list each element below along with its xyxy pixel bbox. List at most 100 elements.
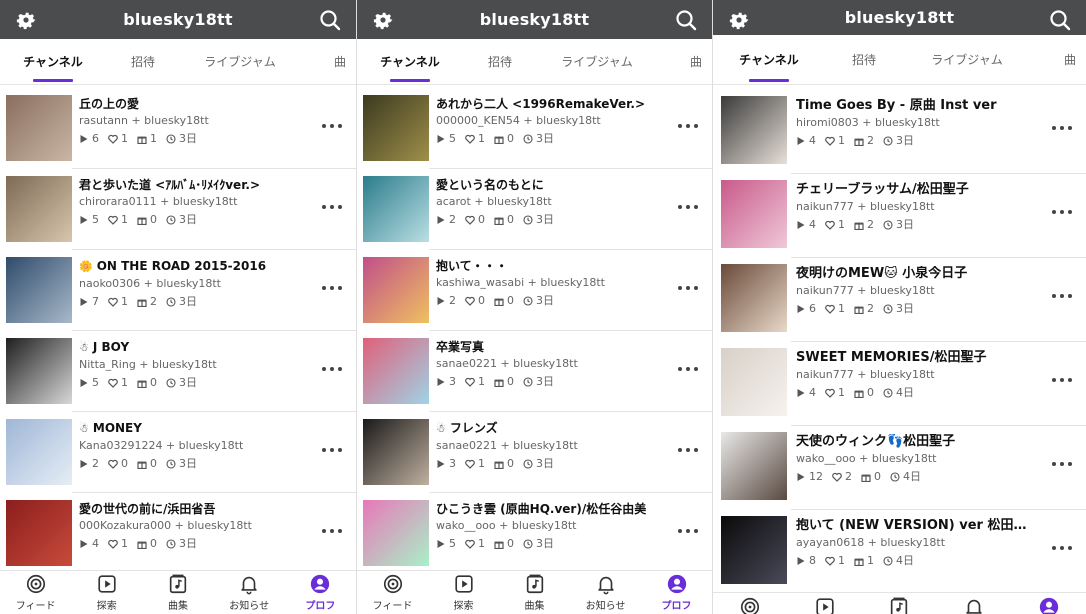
more-options-icon[interactable] xyxy=(678,283,698,293)
nav-item-music-folder[interactable]: 曲集 xyxy=(862,593,937,614)
tab-live-jam[interactable]: ライブジャム xyxy=(180,39,300,85)
tab-invite[interactable]: 招待 xyxy=(825,35,903,85)
more-options-icon[interactable] xyxy=(322,121,342,131)
more-options-icon[interactable] xyxy=(322,445,342,455)
nav-item-feed[interactable]: フィード xyxy=(357,571,428,614)
list-item[interactable]: 天使のウィンク👣松田聖子 wako__ooo + bluesky18tt 12 2 0 4… xyxy=(713,426,1086,510)
play-count: 5 xyxy=(436,537,456,551)
play-count-value: 4 xyxy=(809,218,816,231)
time-ago-value: 3日 xyxy=(536,213,554,226)
gift-count-value: 0 xyxy=(874,470,881,483)
more-options-icon[interactable] xyxy=(678,364,698,374)
list-item[interactable]: SWEET MEMORIES/松田聖子 naikun777 + bluesky18… xyxy=(713,342,1086,426)
more-options-icon[interactable] xyxy=(678,121,698,131)
list-item[interactable]: ひこうき雲 (原曲HQ.ver)/松任谷由美 wako__ooo + bluesk… xyxy=(357,493,712,574)
item-info: SWEET MEMORIES/松田聖子 naikun777 + bluesky18… xyxy=(796,350,1046,400)
search-icon[interactable] xyxy=(672,6,700,34)
list-item[interactable]: 君と歩いた道 <ｱﾙﾊﾞﾑ･ﾘﾒｲｸver.> chirorara0111 + b… xyxy=(0,169,356,250)
play-square-icon xyxy=(453,573,475,597)
tab-bar: チャンネル 招待 ライブジャム曲 xyxy=(357,39,712,85)
more-options-icon[interactable] xyxy=(678,526,698,536)
item-title-text: チェリーブラッサム/松田聖子 xyxy=(796,182,969,197)
gear-icon[interactable] xyxy=(369,6,397,34)
more-options-icon[interactable] xyxy=(678,202,698,212)
nav-item-bell[interactable]: お知らせ xyxy=(937,593,1012,614)
search-icon[interactable] xyxy=(1046,6,1074,34)
cover-thumbnail xyxy=(721,96,787,164)
like-count-value: 0 xyxy=(121,457,128,470)
nav-label: お知らせ xyxy=(229,601,270,612)
list-item[interactable]: ☃ フレンズ sanae0221 + bluesky18tt 3 1 0 3日 xyxy=(357,412,712,493)
more-options-icon[interactable] xyxy=(1052,459,1072,469)
gear-icon[interactable] xyxy=(725,6,753,34)
list-item[interactable]: 丘の上の愛 rasutann + bluesky18tt 6 1 1 3日 xyxy=(0,88,356,169)
search-icon[interactable] xyxy=(316,6,344,34)
more-options-icon[interactable] xyxy=(1052,207,1072,217)
title-emoji: ☃ xyxy=(436,422,446,435)
list-item[interactable]: あれから二人 <1996RemakeVer.> 000000_KEN54 + bl… xyxy=(357,88,712,169)
more-options-icon[interactable] xyxy=(678,445,698,455)
list-item[interactable]: 愛という名のもとに acarot + bluesky18tt 2 0 0 3日 xyxy=(357,169,712,250)
item-info: 愛の世代の前に/浜田省吾 000Kozakura000 + bluesky18tt… xyxy=(79,501,316,551)
nav-item-music-folder[interactable]: 曲集 xyxy=(142,571,213,614)
more-options-icon[interactable] xyxy=(1052,123,1072,133)
tab-invite[interactable]: 招待 xyxy=(106,39,180,85)
nav-item-music-folder[interactable]: 曲集 xyxy=(499,571,570,614)
list-item[interactable]: 愛の世代の前に/浜田省吾 000Kozakura000 + bluesky18tt… xyxy=(0,493,356,574)
gift-icon xyxy=(854,304,867,314)
gear-icon[interactable] xyxy=(12,6,40,34)
item-stats: 4 1 0 4日 xyxy=(796,386,1046,400)
list-item[interactable]: 抱いて・・・ kashiwa_wasabi + bluesky18tt 2 0 0 3日 xyxy=(357,250,712,331)
gift-count: 1 xyxy=(854,554,874,568)
nav-item-feed[interactable]: フィード xyxy=(713,593,788,614)
list-item[interactable]: 夜明けのMEW🐱 小泉今日子 naikun777 + bluesky18tt 6 1 2… xyxy=(713,258,1086,342)
time-ago: 4日 xyxy=(890,470,921,484)
nav-item-profile[interactable]: プロフ xyxy=(1011,593,1086,614)
tab-channel[interactable]: チャンネル xyxy=(357,39,463,85)
time-ago-value: 4日 xyxy=(896,386,914,399)
list-item[interactable]: チェリーブラッサム/松田聖子 naikun777 + bluesky18tt 4 1 2… xyxy=(713,174,1086,258)
tab-songs[interactable]: 曲 xyxy=(300,39,356,85)
item-title-text: 夜明けのMEW🐱 小泉今日子 xyxy=(796,266,968,281)
list-item[interactable]: ☃ J BOY Nitta_Ring + bluesky18tt 5 1 0 3日 xyxy=(0,331,356,412)
nav-item-profile[interactable]: プロフ xyxy=(641,571,712,614)
time-ago: 3日 xyxy=(523,294,554,308)
list-item[interactable]: 🌼 ON THE ROAD 2015-2016 naoko0306 + bluesk… xyxy=(0,250,356,331)
more-options-icon[interactable] xyxy=(322,526,342,536)
more-options-icon[interactable] xyxy=(322,202,342,212)
item-collaborators: chirorara0111 + bluesky18tt xyxy=(79,195,238,208)
more-options-icon[interactable] xyxy=(1052,543,1072,553)
heart-icon xyxy=(465,377,478,387)
more-options-icon[interactable] xyxy=(322,364,342,374)
list-item[interactable]: 抱いて (NEW VERSION) ver 松田… ayayan0618 + bl… xyxy=(713,510,1086,594)
nav-item-play-square[interactable]: 探索 xyxy=(428,571,499,614)
more-options-icon[interactable] xyxy=(322,283,342,293)
item-title-text: 君と歩いた道 <ｱﾙﾊﾞﾑ･ﾘﾒｲｸver.> xyxy=(79,178,261,192)
list-item[interactable]: 卒業写真 sanae0221 + bluesky18tt 3 1 0 3日 xyxy=(357,331,712,412)
more-options-icon[interactable] xyxy=(1052,375,1072,385)
tab-songs[interactable]: 曲 xyxy=(657,39,712,85)
gift-icon xyxy=(854,556,867,566)
tab-live-jam[interactable]: ライブジャム xyxy=(903,35,1031,85)
nav-item-bell[interactable]: お知らせ xyxy=(214,571,285,614)
tab-channel[interactable]: チャンネル xyxy=(0,39,106,85)
more-options-icon[interactable] xyxy=(1052,291,1072,301)
tab-songs[interactable]: 曲 xyxy=(1031,35,1086,85)
nav-item-play-square[interactable]: 探索 xyxy=(71,571,142,614)
like-count-value: 2 xyxy=(845,470,852,483)
item-title: 愛という名のもとに xyxy=(436,177,672,193)
nav-item-bell[interactable]: お知らせ xyxy=(570,571,641,614)
nav-item-play-square[interactable]: 探索 xyxy=(788,593,863,614)
nav-item-profile[interactable]: プロフ xyxy=(285,571,356,614)
list-item[interactable]: ☃ MONEY Kana03291224 + bluesky18tt 2 0 0 3日 xyxy=(0,412,356,493)
clock-icon xyxy=(166,215,179,225)
item-stats: 5 1 0 3日 xyxy=(79,213,316,227)
list-item[interactable]: Time Goes By - 原曲 Inst ver hiromi0803 + b… xyxy=(713,90,1086,174)
nav-item-feed[interactable]: フィード xyxy=(0,571,71,614)
play-count: 4 xyxy=(796,218,816,232)
item-title: ☃ J BOY xyxy=(79,339,316,356)
tab-live-jam[interactable]: ライブジャム xyxy=(537,39,657,85)
tab-invite[interactable]: 招待 xyxy=(463,39,537,85)
tab-channel[interactable]: チャンネル xyxy=(713,35,825,85)
bottom-nav: フィード探索曲集お知らせプロフ xyxy=(713,592,1086,614)
